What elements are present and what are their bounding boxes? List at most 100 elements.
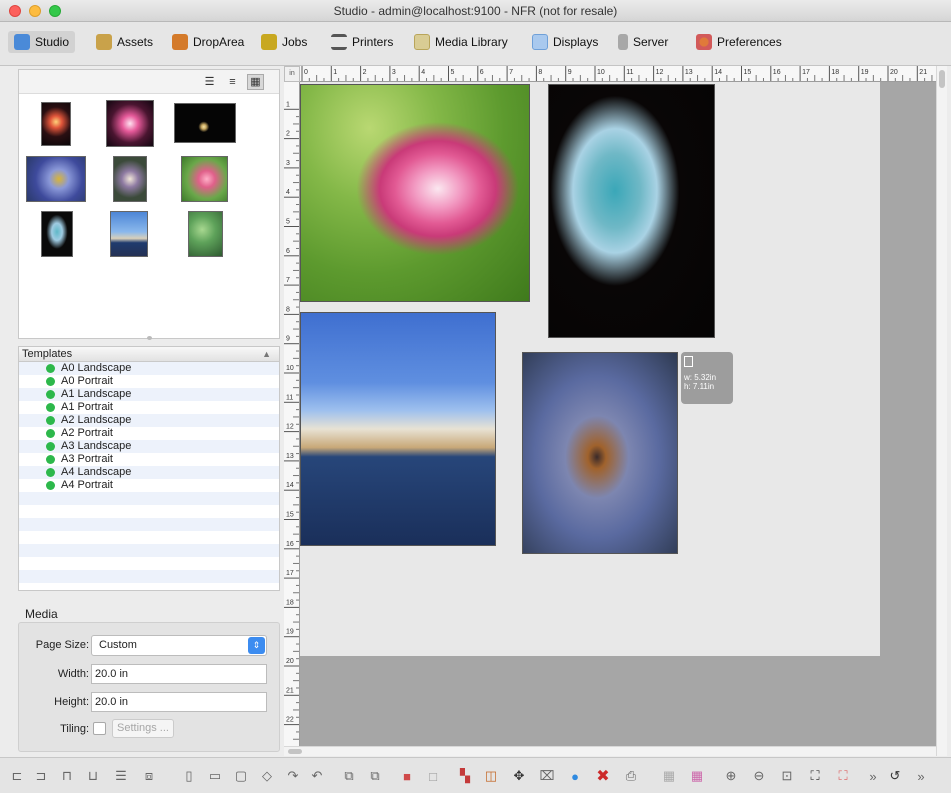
send-backward-icon[interactable]: ⧉ <box>366 767 384 785</box>
ruler-label: 5 <box>451 69 455 76</box>
zoom-window-button[interactable] <box>49 5 61 17</box>
template-item[interactable]: A4 Portrait <box>19 479 279 492</box>
studio-icon <box>14 34 30 50</box>
thumbnail-fireworks-2[interactable] <box>106 100 154 147</box>
ruler-label: 10 <box>286 365 294 372</box>
vertical-scrollbar[interactable] <box>936 66 947 756</box>
template-item[interactable]: A3 Landscape <box>19 440 279 453</box>
tab-printers[interactable]: Printers <box>325 31 399 53</box>
crop-marks-icon[interactable]: ▚ <box>456 767 474 785</box>
status-dot-icon <box>46 364 55 373</box>
ruler-label: 6 <box>286 248 290 255</box>
ruler-label: 13 <box>685 69 693 76</box>
ruler-label: 15 <box>286 512 294 519</box>
undo-icon[interactable]: ↶ <box>308 767 326 785</box>
printer-icon <box>331 34 347 50</box>
detail-view-icon[interactable]: ≡ <box>224 74 241 90</box>
page-landscape-icon[interactable]: ▭ <box>206 767 224 785</box>
bring-forward-icon[interactable]: ⧉ <box>340 767 358 785</box>
grid-off-icon[interactable]: ▦ <box>660 767 678 785</box>
ruler-label: 16 <box>286 541 294 548</box>
print-icon[interactable]: ⎙ <box>622 767 640 785</box>
photo-sea-cave[interactable] <box>548 84 715 338</box>
ruler-label: 14 <box>714 69 722 76</box>
move-icon[interactable]: ✥ <box>510 767 528 785</box>
template-item[interactable]: A3 Portrait <box>19 453 279 466</box>
vertical-scroll-thumb[interactable] <box>939 70 945 88</box>
fit-image-icon[interactable]: ◫ <box>482 767 500 785</box>
sort-arrow-icon[interactable]: ▲ <box>262 347 271 361</box>
grid-on-icon[interactable]: ▦ <box>688 767 706 785</box>
page-icon[interactable]: ▯ <box>180 767 198 785</box>
lock-icon[interactable]: ■ <box>398 767 416 785</box>
splitter-handle[interactable] <box>147 336 152 340</box>
page-size-select[interactable]: Custom ⇕ <box>91 635 267 656</box>
template-item[interactable]: A1 Portrait <box>19 401 279 414</box>
align-right-icon[interactable]: ⊐ <box>32 767 50 785</box>
ruler-label: 6 <box>480 69 484 76</box>
rotate-page-icon[interactable]: ◇ <box>258 767 276 785</box>
template-item[interactable]: A4 Landscape <box>19 466 279 479</box>
template-item[interactable]: A2 Portrait <box>19 427 279 440</box>
template-item[interactable]: A1 Landscape <box>19 388 279 401</box>
grid-view-icon[interactable]: ▦ <box>247 74 264 90</box>
tab-assets[interactable]: Assets <box>90 31 159 53</box>
status-dot-icon <box>46 416 55 425</box>
ruler-units-corner[interactable]: in <box>284 66 300 82</box>
unlock-icon[interactable]: □ <box>424 767 442 785</box>
align-bottom-icon[interactable]: ⊔ <box>84 767 102 785</box>
refresh-icon[interactable]: ↺ <box>886 767 904 785</box>
thumbnail-blue-flower[interactable] <box>26 156 86 202</box>
thumbnail-bee[interactable] <box>113 156 147 202</box>
zoom-in-icon[interactable]: ⊕ <box>722 767 740 785</box>
align-top-icon[interactable]: ⊓ <box>58 767 76 785</box>
minimize-window-button[interactable] <box>29 5 41 17</box>
thumbnail-frangipani[interactable] <box>181 156 228 202</box>
template-item[interactable]: A0 Portrait <box>19 375 279 388</box>
align-center-horizontal-icon[interactable]: ⧈ <box>140 767 158 785</box>
status-dot-icon <box>46 390 55 399</box>
redo-icon[interactable]: ↷ <box>284 767 302 785</box>
close-window-button[interactable] <box>9 5 21 17</box>
template-item[interactable]: A2 Landscape <box>19 414 279 427</box>
more-icon[interactable]: » <box>864 767 882 785</box>
tab-media-library[interactable]: Media Library <box>408 31 514 53</box>
tab-server[interactable]: Server <box>612 31 674 53</box>
zoom-actual-icon[interactable]: ⊡ <box>778 767 796 785</box>
zoom-fit-icon[interactable]: ⛶ <box>806 767 824 785</box>
align-center-vertical-icon[interactable]: ☰ <box>112 767 130 785</box>
tab-jobs[interactable]: Jobs <box>255 31 313 53</box>
width-field[interactable]: 20.0 in <box>91 664 267 684</box>
photo-frangipani[interactable] <box>300 84 530 302</box>
delete-icon[interactable]: ✖ <box>594 767 612 785</box>
tab-droparea[interactable]: DropArea <box>166 31 250 53</box>
tab-preferences[interactable]: Preferences <box>690 31 788 53</box>
thumbnail-moon[interactable] <box>174 103 236 143</box>
canvas-stage[interactable] <box>300 82 936 746</box>
thumbnail-cave[interactable] <box>41 211 73 257</box>
tab-studio[interactable]: Studio <box>8 31 76 53</box>
height-field[interactable]: 20.0 in <box>91 692 267 712</box>
empty-row <box>19 518 279 531</box>
list-view-icon[interactable]: ☰ <box>201 74 218 90</box>
tiling-settings-button[interactable]: Settings ... <box>112 719 174 738</box>
tiling-checkbox[interactable] <box>93 722 106 735</box>
horizontal-scroll-thumb[interactable] <box>288 749 302 754</box>
templates-header[interactable]: Templates ▲ <box>19 347 279 362</box>
horizontal-scrollbar[interactable] <box>284 746 936 756</box>
photo-butterfly[interactable] <box>522 352 678 554</box>
tab-displays[interactable]: Displays <box>526 31 604 53</box>
align-left-icon[interactable]: ⊏ <box>8 767 26 785</box>
zoom-out-icon[interactable]: ⊖ <box>750 767 768 785</box>
image-properties-icon[interactable]: ⌧ <box>538 767 556 785</box>
thumbnail-fireworks-1[interactable] <box>41 102 71 146</box>
overflow-icon[interactable]: » <box>912 767 930 785</box>
thumbnail-opera-house[interactable] <box>110 211 148 257</box>
info-icon[interactable]: ● <box>566 767 584 785</box>
template-item[interactable]: A0 Landscape <box>19 362 279 375</box>
zoom-fill-icon[interactable]: ⛶ <box>834 767 852 785</box>
thumbnail-leaf[interactable] <box>188 211 223 257</box>
selection-height: h: 7.11in <box>684 382 715 391</box>
photo-opera-house[interactable] <box>300 312 496 546</box>
page-portrait-icon[interactable]: ▢ <box>232 767 250 785</box>
